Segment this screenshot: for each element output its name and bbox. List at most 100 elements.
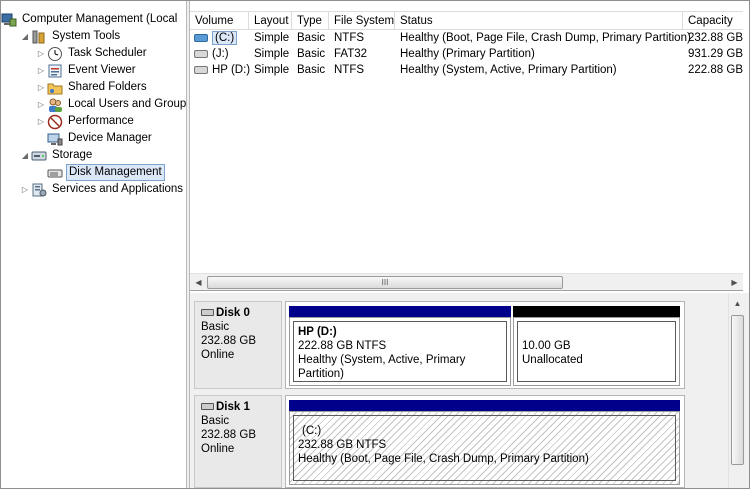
tools-icon bbox=[31, 29, 47, 45]
expand-arrow-icon[interactable]: ▷ bbox=[35, 45, 47, 62]
horizontal-scroll-thumb[interactable]: III bbox=[207, 276, 563, 289]
volume-row[interactable]: HP (D:) Simple Basic NTFS Healthy (Syste… bbox=[190, 62, 743, 78]
collapse-arrow-icon[interactable]: ◢ bbox=[19, 28, 31, 45]
column-header-layout[interactable]: Layout bbox=[249, 12, 292, 30]
filesystem-cell: NTFS bbox=[334, 64, 365, 76]
disk-size: 232.88 GB bbox=[201, 429, 256, 441]
layout-cell: Simple bbox=[254, 32, 290, 44]
partition-hp-d[interactable]: HP (D:) 222.88 GB NTFS Healthy (System, … bbox=[289, 306, 511, 386]
volume-row[interactable]: (C:) Simple Basic NTFS Healthy (Boot, Pa… bbox=[190, 30, 743, 46]
layout-cell: Simple bbox=[254, 48, 290, 60]
disk-0-partitions: HP (D:) 222.88 GB NTFS Healthy (System, … bbox=[285, 301, 685, 389]
partition-status: Unallocated bbox=[522, 354, 583, 366]
tree-label: Storage bbox=[52, 149, 93, 161]
unallocated-bar bbox=[513, 306, 680, 317]
tree-label: Disk Management bbox=[66, 164, 165, 181]
primary-partition-bar bbox=[289, 400, 680, 411]
volume-name: (J:) bbox=[212, 48, 229, 60]
disk-1-label[interactable]: Disk 1 Basic 232.88 GB Online bbox=[194, 395, 282, 488]
capacity-cell: 222.88 GB bbox=[688, 64, 743, 76]
shared-folder-icon bbox=[47, 80, 63, 96]
partition-body: 10.00 GB Unallocated bbox=[513, 317, 680, 386]
services-icon bbox=[31, 182, 47, 198]
primary-partition-bar bbox=[289, 306, 511, 317]
partition-c[interactable]: (C:) 232.88 GB NTFS Healthy (Boot, Page … bbox=[289, 400, 680, 485]
volume-icon bbox=[194, 49, 208, 58]
column-header-type[interactable]: Type bbox=[292, 12, 329, 30]
column-header-status[interactable]: Status bbox=[395, 12, 683, 30]
type-cell: Basic bbox=[297, 48, 326, 60]
scroll-right-button[interactable]: ▶ bbox=[726, 274, 743, 291]
tree-item-computer-management[interactable]: Computer Management (Local bbox=[1, 11, 179, 28]
partition-unallocated[interactable]: 10.00 GB Unallocated bbox=[513, 306, 680, 386]
volume-name: (C:) bbox=[212, 31, 238, 45]
expand-arrow-icon[interactable]: ▷ bbox=[35, 62, 47, 79]
capacity-cell: 931.29 GB bbox=[688, 48, 743, 60]
status-cell: Healthy (Primary Partition) bbox=[400, 48, 535, 60]
disk-name: Disk 0 bbox=[216, 307, 250, 319]
expand-arrow-icon[interactable]: ▷ bbox=[35, 79, 47, 96]
column-header-file-system[interactable]: File System bbox=[329, 12, 395, 30]
partition-body-selected: (C:) 232.88 GB NTFS Healthy (Boot, Page … bbox=[289, 411, 680, 485]
console-tree: Computer Management (Local ◢ System Tool… bbox=[1, 1, 186, 488]
volume-cell: (C:) bbox=[190, 30, 238, 46]
column-header-volume[interactable]: Volume bbox=[190, 12, 249, 30]
tree-label: Device Manager bbox=[68, 132, 152, 144]
disk-1-partitions: (C:) 232.88 GB NTFS Healthy (Boot, Page … bbox=[285, 395, 685, 488]
partition-status: Healthy (Boot, Page File, Crash Dump, Pr… bbox=[298, 453, 589, 465]
status-cell: Healthy (System, Active, Primary Partiti… bbox=[400, 64, 617, 76]
disk-name: Disk 1 bbox=[216, 401, 250, 413]
tree-item-performance[interactable]: ▷ Performance bbox=[35, 113, 136, 130]
tree-item-shared-folders[interactable]: ▷ Shared Folders bbox=[35, 79, 149, 96]
partition-inner: 10.00 GB Unallocated bbox=[517, 321, 676, 382]
tree-item-storage[interactable]: ◢ Storage bbox=[19, 147, 94, 164]
tree-item-local-users[interactable]: ▷ Local Users and Groups bbox=[35, 96, 186, 113]
disk-state: Online bbox=[201, 349, 235, 361]
expand-arrow-icon[interactable]: ▷ bbox=[35, 96, 47, 113]
expand-arrow-icon[interactable]: ▷ bbox=[19, 181, 31, 198]
partition-title: (C:) bbox=[302, 425, 322, 437]
partition-inner: HP (D:) 222.88 GB NTFS Healthy (System, … bbox=[293, 321, 507, 382]
type-cell: Basic bbox=[297, 64, 326, 76]
disk-0-label[interactable]: Disk 0 Basic 232.88 GB Online bbox=[194, 301, 282, 389]
scroll-up-button[interactable]: ▲ bbox=[729, 295, 746, 312]
performance-gauge-icon bbox=[47, 114, 63, 130]
tree-item-event-viewer[interactable]: ▷ Event Viewer bbox=[35, 62, 138, 79]
tree-item-system-tools[interactable]: ◢ System Tools bbox=[19, 28, 122, 45]
storage-icon bbox=[31, 148, 47, 164]
computer-management-icon bbox=[1, 12, 17, 28]
disk-management-icon bbox=[47, 165, 63, 181]
horizontal-scrollbar[interactable]: ◀ III ▶ bbox=[190, 273, 743, 290]
partition-size: 222.88 GB NTFS bbox=[298, 340, 387, 352]
tree-label: Event Viewer bbox=[68, 64, 136, 76]
volume-name: HP (D:) bbox=[212, 64, 251, 76]
volume-icon bbox=[194, 65, 208, 74]
tree-item-device-manager[interactable]: Device Manager bbox=[47, 130, 154, 147]
scroll-left-button[interactable]: ◀ bbox=[190, 274, 207, 291]
expand-arrow-icon[interactable]: ▷ bbox=[35, 113, 47, 130]
type-cell: Basic bbox=[297, 32, 326, 44]
partition-size: 232.88 GB NTFS bbox=[298, 439, 387, 451]
volume-cell: HP (D:) bbox=[190, 62, 250, 78]
tree-label: Computer Management (Local bbox=[22, 13, 178, 25]
partition-title: HP (D:) bbox=[298, 326, 337, 338]
filesystem-cell: FAT32 bbox=[334, 48, 368, 60]
tree-label: System Tools bbox=[52, 30, 121, 42]
tree-label: Shared Folders bbox=[68, 81, 147, 93]
layout-cell: Simple bbox=[254, 64, 290, 76]
disk-size: 232.88 GB bbox=[201, 335, 256, 347]
volume-row[interactable]: (J:) Simple Basic FAT32 Healthy (Primary… bbox=[190, 46, 743, 62]
tree-item-disk-management[interactable]: Disk Management bbox=[47, 164, 165, 181]
partition-body: HP (D:) 222.88 GB NTFS Healthy (System, … bbox=[289, 317, 511, 386]
volume-list: Volume Layout Type File System Status Ca… bbox=[190, 1, 749, 291]
collapse-arrow-icon[interactable]: ◢ bbox=[19, 147, 31, 164]
scroll-grip: III bbox=[381, 278, 389, 287]
vertical-scrollbar[interactable]: ▲ bbox=[728, 293, 745, 488]
tree-label: Services and Applications bbox=[52, 183, 184, 195]
disk-state: Online bbox=[201, 443, 235, 455]
tree-item-task-scheduler[interactable]: ▷ Task Scheduler bbox=[35, 45, 149, 62]
tree-item-services-applications[interactable]: ▷ Services and Applications bbox=[19, 181, 185, 198]
vertical-scroll-thumb[interactable] bbox=[731, 315, 744, 465]
volume-icon bbox=[194, 33, 208, 42]
column-header-capacity[interactable]: Capacity bbox=[683, 12, 743, 30]
